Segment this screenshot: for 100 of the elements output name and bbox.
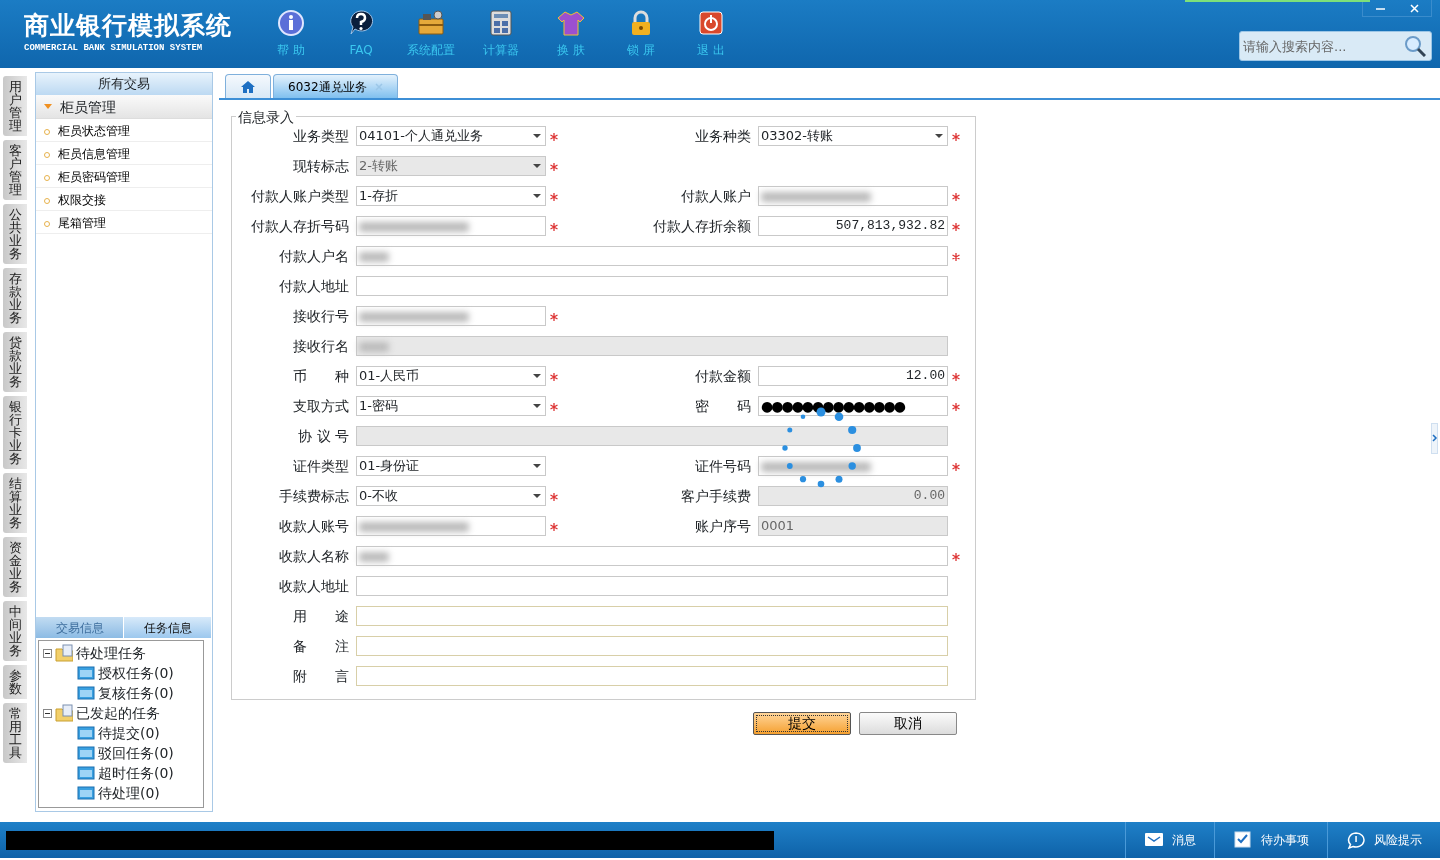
field-label: 证件类型 — [292, 456, 350, 476]
side-tab[interactable]: 参数 — [3, 665, 27, 699]
field-label: 付款金额 — [694, 366, 752, 386]
tree-node[interactable]: 驳回任务(0) — [98, 742, 174, 764]
side-tab[interactable]: 结算业务 — [3, 473, 27, 533]
dropdown-field[interactable]: 1-存折 — [356, 186, 546, 206]
field-label: 手续费标志 — [278, 486, 350, 506]
tree-node[interactable]: 复核任务(0) — [98, 682, 174, 704]
password-field[interactable]: ●●●●●●●●●●●●●● — [758, 396, 948, 416]
page-tab[interactable]: 6032通兑业务 — [273, 74, 398, 98]
field-label: 付款人存折余额 — [652, 216, 752, 236]
field-label: 币 种 — [292, 366, 350, 386]
side-tab[interactable]: 常用工具 — [3, 703, 27, 763]
status-button[interactable]: 消息 — [1125, 822, 1214, 858]
calculator-icon — [487, 9, 515, 37]
input-field[interactable] — [356, 276, 948, 296]
side-tab[interactable]: 客户管理 — [3, 140, 27, 200]
input-field[interactable] — [758, 186, 948, 206]
info-icon — [277, 9, 305, 37]
shirt-icon — [557, 9, 585, 37]
field-label: 接收行名 — [292, 336, 350, 356]
tree-node[interactable]: 超时任务(0) — [98, 762, 174, 784]
input-field[interactable] — [356, 546, 948, 566]
collapse-icon[interactable] — [43, 708, 52, 718]
folder-icon — [77, 784, 95, 802]
field-label: 协 议 号 — [297, 426, 350, 446]
home-icon — [240, 78, 256, 95]
sidebar-header: 所有交易 — [36, 73, 212, 95]
app-subtitle: COMMERCIAL BANK SIMULATION SYSTEM — [24, 41, 204, 55]
collapse-icon[interactable] — [43, 648, 52, 658]
tree-node[interactable]: 待处理(0) — [98, 782, 160, 804]
home-tab[interactable] — [225, 74, 271, 98]
folder-icon — [55, 704, 73, 722]
field-label: 密 码 — [694, 396, 752, 416]
input-field[interactable] — [356, 576, 948, 596]
dropdown-field[interactable]: 01-人民币 — [356, 366, 546, 386]
input-field[interactable]: 507,813,932.82 — [758, 216, 948, 236]
input-field[interactable] — [356, 216, 546, 236]
dropdown-field[interactable]: 0-不收 — [356, 486, 546, 506]
panel-tab[interactable]: 任务信息 — [124, 617, 212, 638]
field-label: 付款人户名 — [278, 246, 350, 266]
status-button[interactable]: 风险提示 — [1327, 822, 1440, 858]
side-tab[interactable]: 公共业务 — [3, 204, 27, 264]
input-field[interactable] — [356, 306, 546, 326]
side-tab[interactable]: 用户管理 — [3, 76, 27, 136]
folder-icon — [55, 644, 73, 662]
field-label: 收款人账号 — [278, 516, 350, 536]
input-field[interactable] — [356, 606, 948, 626]
question-icon — [347, 9, 375, 37]
field-label: 接收行号 — [292, 306, 350, 326]
status-button[interactable]: 待办事项 — [1214, 822, 1327, 858]
tree-node[interactable]: 授权任务(0) — [98, 662, 174, 684]
field-label: 付款人账户类型 — [250, 186, 350, 206]
side-tab[interactable]: 存款业务 — [3, 268, 27, 328]
input-field[interactable]: 12.00 — [758, 366, 948, 386]
search-icon[interactable] — [1404, 35, 1426, 57]
tree-node[interactable]: 待处理任务 — [76, 642, 146, 664]
folder-icon — [77, 764, 95, 782]
app-title: 商业银行模拟系统 — [24, 12, 232, 38]
mail-icon — [1144, 831, 1164, 849]
field-label: 业务类型 — [292, 126, 350, 146]
close-icon — [1409, 4, 1419, 13]
folder-icon — [77, 724, 95, 742]
close-icon[interactable] — [374, 82, 383, 91]
search-field[interactable]: 请输入搜索内容... — [1239, 31, 1432, 61]
field-label: 支取方式 — [292, 396, 350, 416]
dropdown-field[interactable]: 03302-转账 — [758, 126, 948, 146]
side-tab[interactable]: 贷款业务 — [3, 332, 27, 392]
toolbox-icon — [417, 9, 445, 37]
tree-node[interactable]: 已发起的任务 — [76, 702, 160, 724]
input-field[interactable] — [356, 636, 948, 656]
field-label: 备 注 — [292, 636, 350, 656]
input-field[interactable] — [356, 666, 948, 686]
submit-button[interactable]: 提交 — [753, 712, 851, 735]
field-label: 附 言 — [292, 666, 350, 686]
field-label: 客户手续费 — [680, 486, 752, 506]
field-label: 收款人地址 — [278, 576, 350, 596]
speech-bubble-icon — [1346, 831, 1366, 849]
input-field[interactable] — [356, 246, 948, 266]
side-tab[interactable]: 资金业务 — [3, 537, 27, 597]
field-label: 业务种类 — [694, 126, 752, 146]
expand-handle-icon[interactable] — [1431, 423, 1438, 454]
field-label: 用 途 — [292, 606, 350, 626]
caret-down-icon — [44, 104, 52, 109]
folder-icon — [77, 684, 95, 702]
checkbox-icon — [1233, 831, 1253, 849]
input-field[interactable] — [758, 456, 948, 476]
dropdown-field[interactable]: 1-密码 — [356, 396, 546, 416]
section-title: 信息录入 — [236, 107, 296, 128]
side-tab[interactable]: 中间业务 — [3, 601, 27, 661]
side-tab[interactable]: 银行卡业务 — [3, 396, 27, 469]
input-field[interactable] — [356, 516, 546, 536]
field-label: 付款人存折号码 — [250, 216, 350, 236]
folder-icon — [77, 744, 95, 762]
tree-node[interactable]: 待提交(0) — [98, 722, 160, 744]
cancel-button[interactable]: 取消 — [859, 712, 957, 735]
power-icon — [697, 9, 725, 37]
menu-group[interactable]: 柜员管理 — [36, 95, 212, 119]
dropdown-field[interactable]: 04101-个人通兑业务 — [356, 126, 546, 146]
dropdown-field[interactable]: 01-身份证 — [356, 456, 546, 476]
